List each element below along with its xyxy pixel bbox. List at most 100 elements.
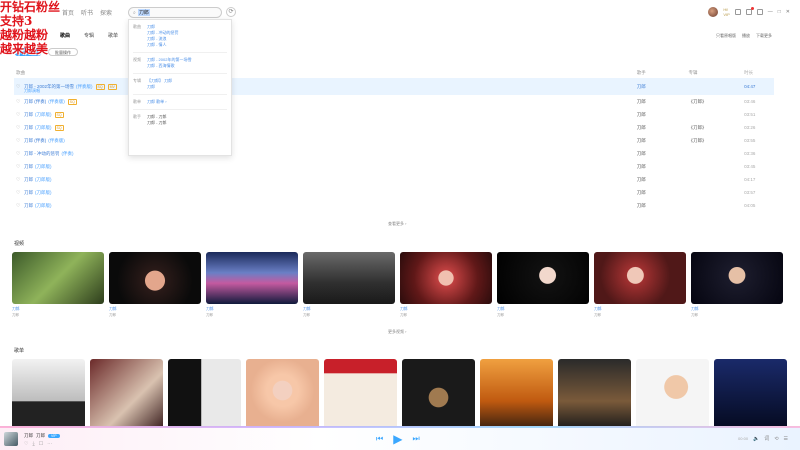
- video-title[interactable]: 刀郎: [594, 307, 686, 312]
- skin-icon[interactable]: [734, 9, 741, 15]
- heart-icon[interactable]: ♡: [16, 164, 22, 170]
- now-playing-artist[interactable]: 刀郎: [36, 433, 45, 439]
- heart-icon[interactable]: ♡: [16, 112, 22, 118]
- suggestion-item[interactable]: 刀郎 - 西海情歌: [147, 63, 227, 69]
- video-thumbnail[interactable]: [691, 252, 783, 304]
- playlist-icon[interactable]: ☰: [784, 436, 788, 442]
- suggestion-item[interactable]: 刀郎: [147, 84, 227, 90]
- song-name[interactable]: 刀郎: [24, 190, 33, 196]
- video-thumbnail[interactable]: [303, 252, 395, 304]
- video-title[interactable]: 刀郎: [691, 307, 783, 312]
- playlist-card[interactable]: [324, 359, 397, 429]
- playlist-card[interactable]: [636, 359, 709, 429]
- heart-icon[interactable]: ♡: [16, 177, 22, 183]
- nav-item-audiobook[interactable]: 听书: [81, 8, 93, 17]
- song-name[interactable]: 刀郎 (伴奏): [24, 138, 46, 144]
- avatar[interactable]: [708, 7, 719, 17]
- nav-item-home[interactable]: 首页: [62, 8, 74, 17]
- video-card[interactable]: 刀郎 刀郎: [109, 252, 201, 318]
- voice-search-button[interactable]: ⟳: [226, 7, 236, 17]
- video-title[interactable]: 刀郎: [400, 307, 492, 312]
- video-thumbnail[interactable]: [109, 252, 201, 304]
- table-row[interactable]: ♡ 刀郎 (刀郎版) 刀郎 03:57: [14, 186, 774, 199]
- video-thumbnail[interactable]: [594, 252, 686, 304]
- tab-playlists[interactable]: 歌单: [108, 32, 118, 39]
- playlist-card[interactable]: [714, 359, 787, 429]
- playlist-card[interactable]: [402, 359, 475, 429]
- heart-icon[interactable]: ♡: [16, 203, 22, 209]
- tab-albums[interactable]: 专辑: [84, 32, 94, 39]
- playlist-card[interactable]: [480, 359, 553, 429]
- artist-cell[interactable]: 刀郎: [637, 125, 689, 131]
- nav-item-explore[interactable]: 探索: [100, 8, 112, 17]
- more-icon[interactable]: ⋯: [47, 441, 52, 447]
- heart-icon[interactable]: ♡: [16, 99, 22, 105]
- tab-songs[interactable]: 歌曲: [60, 32, 70, 39]
- video-title[interactable]: 刀郎: [206, 307, 298, 312]
- table-row[interactable]: ♡ 刀郎 (刀郎版) 刀郎 03:45: [14, 160, 774, 173]
- song-name[interactable]: 刀郎: [24, 203, 33, 209]
- song-name[interactable]: 刀郎: [24, 164, 33, 170]
- message-icon[interactable]: [745, 7, 754, 15]
- playlist-card[interactable]: [12, 359, 85, 429]
- play-link[interactable]: 播放: [742, 33, 750, 39]
- heart-icon[interactable]: ♡: [16, 84, 22, 90]
- now-playing-title[interactable]: 刀郎: [24, 433, 33, 439]
- more-videos-link[interactable]: 更多视频 ›: [388, 329, 406, 335]
- minimize-icon[interactable]: —: [768, 9, 773, 15]
- album-cell[interactable]: 《刀郎》: [688, 99, 744, 105]
- song-name[interactable]: 刀郎 (伴奏): [24, 99, 46, 105]
- artist-cell[interactable]: 刀郎: [637, 112, 689, 118]
- suggestion-item[interactable]: 刀郎 歌单 ›: [147, 99, 227, 105]
- song-name[interactable]: 刀郎: [24, 112, 33, 118]
- comment-icon[interactable]: ☐: [39, 441, 43, 447]
- heart-icon[interactable]: ♡: [16, 138, 22, 144]
- maximize-icon[interactable]: □: [778, 9, 781, 15]
- artist-cell[interactable]: 刀郎: [637, 164, 689, 170]
- artist-cell[interactable]: 刀郎: [637, 177, 689, 183]
- artist-cell[interactable]: 刀郎: [637, 190, 689, 196]
- lyrics-icon[interactable]: 词: [764, 435, 769, 442]
- suggestion-item[interactable]: 刀郎 - 情人: [147, 42, 227, 48]
- search-input[interactable]: ⌕ 刀郎: [128, 7, 222, 18]
- video-thumbnail[interactable]: [12, 252, 104, 304]
- table-row[interactable]: ♡ 刀郎 (刀郎版) 刀郎 04:17: [14, 173, 774, 186]
- song-name[interactable]: 刀郎: [24, 125, 33, 131]
- playlist-card[interactable]: [558, 359, 631, 429]
- video-card[interactable]: 刀郎 刀郎: [206, 252, 298, 318]
- table-row[interactable]: ♡ 刀郎 (刀郎版) 刀郎 04:05: [14, 199, 774, 212]
- download-more-link[interactable]: 下载更多: [756, 33, 772, 39]
- artist-cell[interactable]: 刀郎: [637, 84, 689, 90]
- settings-icon[interactable]: [756, 9, 763, 15]
- now-playing-cover[interactable]: [4, 432, 18, 446]
- original-only-toggle[interactable]: 只看原唱版: [716, 33, 736, 39]
- more-songs-link[interactable]: 查看更多 ›: [388, 221, 406, 227]
- playlist-card[interactable]: [90, 359, 163, 429]
- previous-icon[interactable]: ⏮: [376, 434, 383, 444]
- next-icon[interactable]: ⏭: [412, 434, 419, 444]
- video-card[interactable]: 刀郎 刀郎: [12, 252, 104, 318]
- heart-icon[interactable]: ♡: [16, 190, 22, 196]
- heart-icon[interactable]: ♡: [16, 151, 22, 157]
- artist-cell[interactable]: 刀郎: [637, 138, 689, 144]
- video-card[interactable]: 刀郎 刀郎: [594, 252, 686, 318]
- heart-icon[interactable]: ♡: [16, 125, 22, 131]
- artist-cell[interactable]: 刀郎: [637, 203, 689, 209]
- like-icon[interactable]: ♡: [24, 441, 28, 447]
- volume-icon[interactable]: 🔈: [753, 436, 759, 442]
- video-thumbnail[interactable]: [400, 252, 492, 304]
- loop-icon[interactable]: ⟲: [774, 436, 778, 442]
- video-card[interactable]: 刀郎 刀郎: [400, 252, 492, 318]
- user-info[interactable]: Hi! VIP: [723, 7, 729, 17]
- song-name[interactable]: 刀郎: [24, 177, 33, 183]
- playlist-card[interactable]: [168, 359, 241, 429]
- download-icon[interactable]: ⤓: [32, 441, 34, 447]
- video-title[interactable]: 刀郎: [303, 307, 395, 312]
- suggestion-item[interactable]: 刀郎 - 刀郎: [147, 120, 227, 126]
- play-icon[interactable]: ▶: [393, 432, 402, 446]
- artist-cell[interactable]: 刀郎: [637, 151, 689, 157]
- video-card[interactable]: 刀郎 刀郎: [303, 252, 395, 318]
- video-thumbnail[interactable]: [206, 252, 298, 304]
- video-thumbnail[interactable]: [497, 252, 589, 304]
- song-name[interactable]: 刀郎 - 冲动的惩罚: [24, 151, 60, 157]
